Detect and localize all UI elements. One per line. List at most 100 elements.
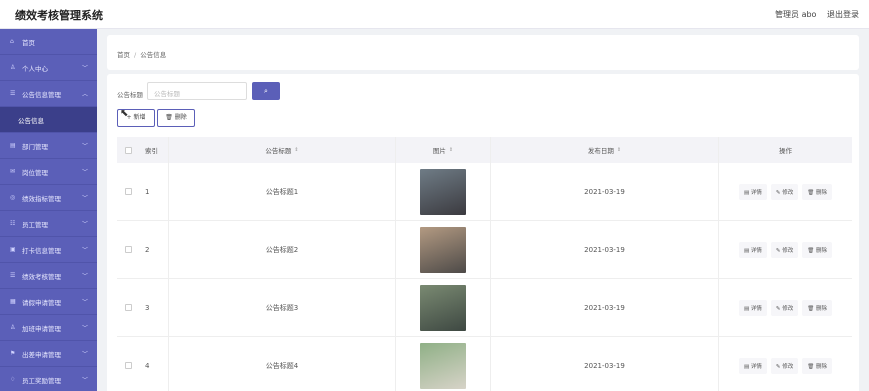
trash-icon: 🗑 [165,114,173,121]
table-row: 3 公告标题3 2021-03-19 ▤ 详情 ✎ 修改 🗑 删除 [117,279,852,337]
detail-button[interactable]: ▤ 详情 [738,183,767,200]
logout-link[interactable]: 退出登录 [827,10,859,19]
breadcrumb-home[interactable]: 首页 [117,51,130,59]
edit-label: 修改 [782,305,794,312]
header-title[interactable]: 公告标题 ⇕ [169,137,396,163]
table-row: 4 公告标题4 2021-03-19 ▤ 详情 ✎ 修改 🗑 删除 [117,337,852,391]
header-user-area: 管理员 abo 退出登录 [767,9,859,20]
row-delete-button[interactable]: 🗑 删除 [802,241,833,258]
sidebar-item[interactable]: ♙ 加班申请管理 ﹀ [0,315,97,341]
sidebar-item[interactable]: ☰ 绩效考核管理 ﹀ [0,263,97,289]
trash-icon: 🗑 [807,305,815,312]
table-header: 索引 公告标题 ⇕ 图片 ⇕ 发布日期 ⇕ 操作 [117,137,852,163]
table-row: 2 公告标题2 2021-03-19 ▤ 详情 ✎ 修改 🗑 删除 [117,221,852,279]
sidebar-item-label: 岗位管理 [22,168,48,177]
header-ops: 操作 [779,147,792,155]
row-date: 2021-03-19 [491,163,719,220]
sidebar-item[interactable]: ♙ 个人中心 ﹀ [0,55,97,81]
post-icon: ✉ [10,168,16,175]
flag-icon: ⚑ [10,350,16,357]
header-title-label: 公告标题 [265,147,292,155]
row-delete-button[interactable]: 🗑 删除 [802,299,833,316]
trash-icon: 🗑 [807,247,815,254]
sidebar-item-label: 公告信息 [18,116,44,125]
row-checkbox[interactable] [124,188,132,195]
delete-button[interactable]: 🗑 删除 [157,109,195,127]
sidebar-item[interactable]: ▣ 打卡信息管理 ﹀ [0,237,97,263]
header-date[interactable]: 发布日期 ⇕ [491,137,719,163]
sidebar-item[interactable]: ♢ 员工奖励管理 ﹀ [0,367,97,391]
breadcrumb-panel: 首页 / 公告信息 [107,35,859,70]
sidebar-item[interactable]: ◎ 绩效指标管理 ﹀ [0,185,97,211]
detail-label: 详情 [750,363,762,370]
notice-photo[interactable] [420,342,466,389]
edit-button[interactable]: ✎ 修改 [770,183,799,200]
chevron-down-icon: ﹀ [81,195,88,202]
chevron-up-icon: ︿ [81,91,88,98]
row-delete-label: 删除 [816,247,828,254]
detail-button[interactable]: ▤ 详情 [738,299,767,316]
row-index: 4 [139,337,169,391]
sidebar-item[interactable]: ☷ 员工管理 ﹀ [0,211,97,237]
overtime-icon: ♙ [10,324,16,331]
row-delete-button[interactable]: 🗑 删除 [802,357,833,374]
row-checkbox[interactable] [124,362,132,369]
row-index: 3 [139,279,169,336]
trash-icon: 🗑 [807,363,815,370]
row-actions: ▤ 详情 ✎ 修改 🗑 删除 [719,279,852,336]
edit-button[interactable]: ✎ 修改 [770,299,799,316]
sidebar-item-label: 出差申请管理 [22,350,61,359]
edit-label: 修改 [782,189,794,196]
edit-label: 修改 [782,363,794,370]
row-title: 公告标题2 [169,221,396,278]
content-panel: 公告标题 公告标题 ⌕ + 新增 🗑 删除 索引 公告标题 ⇕ 图片 ⇕ 发布日期 ⇕… [107,74,859,391]
search-input[interactable]: 公告标题 [147,82,247,100]
chevron-down-icon: ﹀ [81,65,88,72]
edit-icon: ✎ [775,189,781,196]
sidebar-item[interactable]: ▤ 部门管理 ﹀ [0,133,97,159]
sidebar-item-label: 部门管理 [22,142,48,151]
row-select-cell [117,188,139,195]
clock-icon: ▣ [10,246,16,253]
detail-label: 详情 [750,247,762,254]
row-image-cell [396,163,491,220]
sidebar-item[interactable]: ⌂ 首页 [0,29,97,55]
row-delete-label: 删除 [816,189,828,196]
detail-button[interactable]: ▤ 详情 [738,357,767,374]
top-header: 绩效考核管理系统 管理员 abo 退出登录 [0,0,869,29]
sidebar: ⌂ 首页 ♙ 个人中心 ﹀ ☰ 公告信息管理 ︿ 公告信息 ▤ 部门管理 ﹀ ✉ 岗位管理 ﹀ ◎ 绩效指标管理… [0,29,97,391]
sidebar-item-label: 绩效指标管理 [22,194,61,203]
row-date: 2021-03-19 [491,337,719,391]
sort-icon: ⇕ [448,147,454,153]
row-actions: ▤ 详情 ✎ 修改 🗑 删除 [719,163,852,220]
sidebar-subitem[interactable]: 公告信息 [0,107,97,133]
row-title: 公告标题3 [169,279,396,336]
row-delete-button[interactable]: 🗑 删除 [802,183,833,200]
chevron-down-icon: ﹀ [81,299,88,306]
select-all-checkbox[interactable] [124,146,132,154]
sidebar-item-label: 员工管理 [22,220,48,229]
list-icon: ☰ [10,90,16,97]
detail-button[interactable]: ▤ 详情 [738,241,767,258]
row-select-cell [117,362,139,369]
edit-icon: ✎ [775,305,781,312]
search-label: 公告标题 [117,91,143,99]
row-actions: ▤ 详情 ✎ 修改 🗑 删除 [719,337,852,391]
table-body: 1 公告标题1 2021-03-19 ▤ 详情 ✎ 修改 🗑 删除 2 公告标题2 2021-0… [117,163,852,391]
sidebar-item[interactable]: ☰ 公告信息管理 ︿ [0,81,97,107]
edit-button[interactable]: ✎ 修改 [770,241,799,258]
row-checkbox[interactable] [124,246,132,253]
sidebar-item[interactable]: ✉ 岗位管理 ﹀ [0,159,97,185]
edit-button[interactable]: ✎ 修改 [770,357,799,374]
search-button[interactable]: ⌕ [252,82,280,100]
sidebar-item[interactable]: ▦ 请假申请管理 ﹀ [0,289,97,315]
notice-photo[interactable] [420,168,466,215]
notice-photo[interactable] [420,226,466,273]
row-checkbox[interactable] [124,304,132,311]
row-image-cell [396,337,491,391]
notice-photo[interactable] [420,284,466,331]
chevron-down-icon: ﹀ [81,377,88,384]
sidebar-item[interactable]: ⚑ 出差申请管理 ﹀ [0,341,97,367]
header-image[interactable]: 图片 ⇕ [396,137,491,163]
staff-icon: ☷ [10,220,16,227]
